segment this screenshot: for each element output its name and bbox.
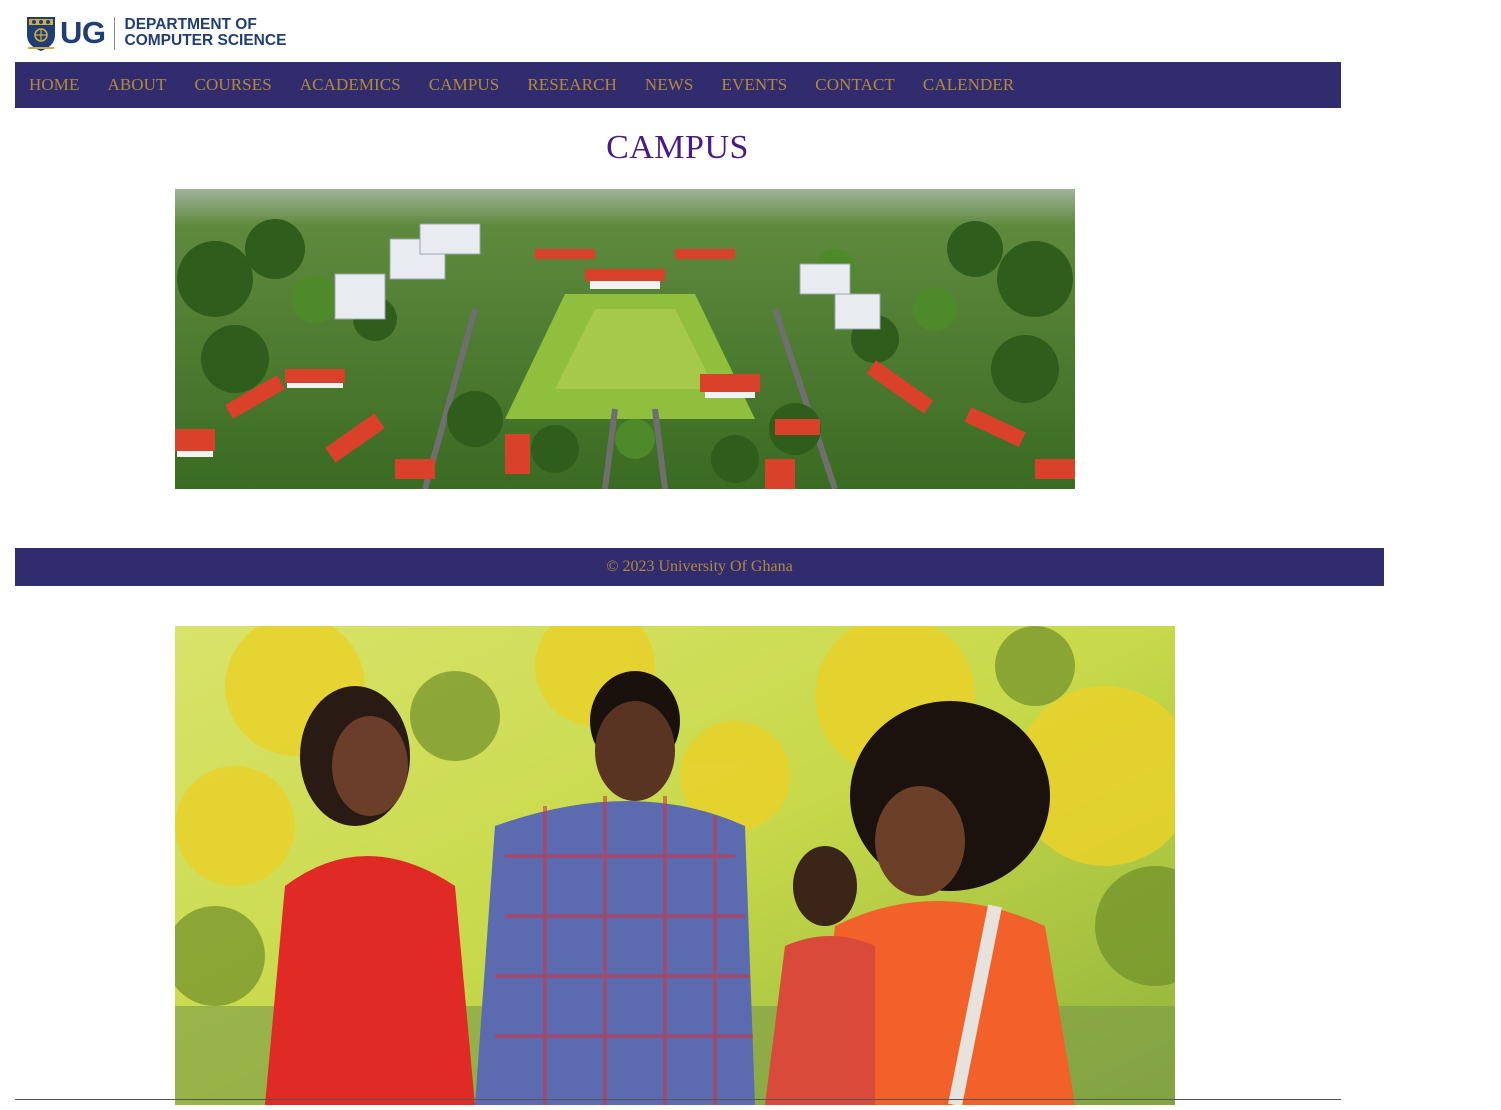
nav-link-research[interactable]: RESEARCH [527, 75, 617, 95]
nav-link-courses[interactable]: COURSES [195, 75, 272, 95]
campus-aerial-image [175, 189, 1075, 489]
main-nav: HOME ABOUT COURSES ACADEMICS CAMPUS RESE… [15, 62, 1341, 108]
students-photo [175, 626, 1175, 1105]
university-crest-icon [27, 16, 55, 51]
nav-link-calender[interactable]: CALENDER [923, 75, 1014, 95]
page-title: CAMPUS [606, 129, 749, 166]
logo-abbreviation: UG [60, 15, 106, 50]
nav-link-academics[interactable]: ACADEMICS [300, 75, 401, 95]
logo-line-2: COMPUTER SCIENCE [124, 32, 287, 49]
bottom-divider [15, 1099, 1341, 1100]
copyright-text: © 2023 University Of Ghana [606, 558, 793, 575]
logo-divider [113, 16, 115, 50]
nav-link-events[interactable]: EVENTS [721, 75, 787, 95]
logo-department-name: DEPARTMENT OF COMPUTER SCIENCE [125, 17, 287, 49]
nav-link-campus[interactable]: CAMPUS [429, 75, 500, 95]
nav-link-home[interactable]: HOME [29, 75, 79, 95]
site-footer: © 2023 University Of Ghana [15, 548, 1384, 586]
nav-link-news[interactable]: NEWS [645, 75, 694, 95]
site-logo[interactable]: UG DEPARTMENT OF COMPUTER SCIENCE [26, 14, 286, 52]
logo-line-1: DEPARTMENT OF [124, 16, 257, 33]
nav-link-contact[interactable]: CONTACT [815, 75, 895, 95]
nav-link-about[interactable]: ABOUT [107, 75, 166, 95]
